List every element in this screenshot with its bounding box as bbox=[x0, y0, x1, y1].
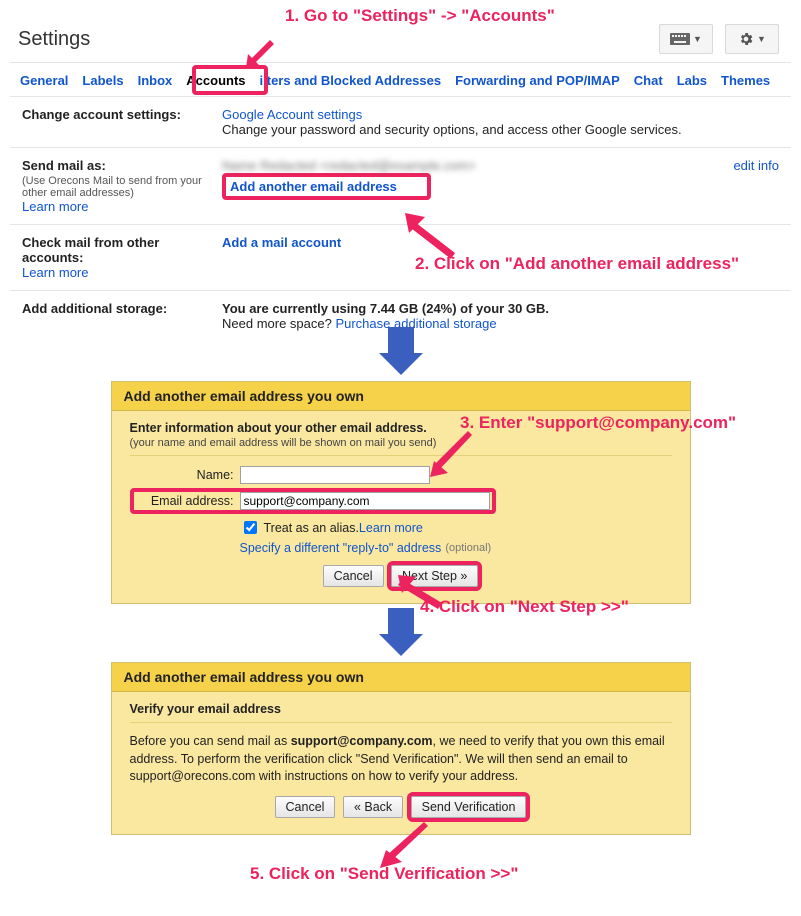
keyboard-icon-button[interactable]: ▼ bbox=[659, 24, 713, 54]
flow-arrow-2 bbox=[379, 634, 423, 656]
text-email: support@company.com bbox=[291, 734, 433, 748]
dialog1-sub: (your name and email address will be sho… bbox=[130, 437, 437, 449]
add-another-email-link[interactable]: Add another email address bbox=[230, 179, 397, 194]
label-text: Send mail as: bbox=[22, 158, 106, 173]
alias-text: Treat as an alias. bbox=[264, 521, 359, 535]
tab-accounts[interactable]: Accounts bbox=[186, 73, 245, 88]
content-storage: You are currently using 7.44 GB (24%) of… bbox=[222, 301, 779, 331]
highlight-email-row: Email address: bbox=[130, 488, 496, 514]
identity-blurred: Name Redacted <redacted@example.com> bbox=[222, 158, 476, 173]
input-name[interactable] bbox=[240, 466, 430, 484]
checkbox-alias[interactable] bbox=[244, 521, 257, 534]
alias-learn-more-link[interactable]: Learn more bbox=[359, 521, 423, 535]
dialog1-body: Enter information about your other email… bbox=[112, 411, 690, 603]
dialog2-heading: Verify your email address bbox=[130, 702, 281, 716]
settings-tabs: General Labels Inbox Accounts ilters and… bbox=[10, 63, 791, 97]
tab-filters[interactable]: ilters and Blocked Addresses bbox=[260, 73, 442, 88]
storage-prefix: You are currently using bbox=[222, 301, 370, 316]
row-reply-to: Specify a different "reply-to" address (… bbox=[240, 541, 672, 555]
tab-labels[interactable]: Labels bbox=[82, 73, 123, 88]
row-alias: Treat as an alias. Learn more bbox=[240, 518, 672, 537]
flow-arrow-1 bbox=[379, 353, 423, 375]
label-email: Email address: bbox=[136, 494, 240, 508]
tab-inbox[interactable]: Inbox bbox=[138, 73, 173, 88]
reply-to-link[interactable]: Specify a different "reply-to" address bbox=[240, 541, 442, 555]
header-buttons: ▼ ▼ bbox=[659, 24, 779, 54]
add-mail-account-link[interactable]: Add a mail account bbox=[222, 235, 341, 250]
storage-total: 30 GB bbox=[508, 301, 546, 316]
dialog2-title: Add another email address you own bbox=[112, 663, 690, 692]
cancel-button[interactable]: Cancel bbox=[323, 565, 384, 587]
back-button[interactable]: « Back bbox=[343, 796, 403, 818]
tab-labs[interactable]: Labs bbox=[677, 73, 707, 88]
dialog1-separator bbox=[130, 455, 672, 456]
tab-themes[interactable]: Themes bbox=[721, 73, 770, 88]
content-send-mail-as: Name Redacted <redacted@example.com> Add… bbox=[222, 158, 709, 214]
highlight-add-another-email: Add another email address bbox=[222, 173, 431, 200]
content-check-mail: Add a mail account bbox=[222, 235, 779, 280]
dialog1-heading: Enter information about your other email… bbox=[130, 421, 427, 435]
section-change-account: Change account settings: Google Account … bbox=[10, 97, 791, 148]
dialog2-text: Before you can send mail as support@comp… bbox=[130, 733, 672, 786]
storage-more: Need more space? bbox=[222, 316, 335, 331]
text-a: Before you can send mail as bbox=[130, 734, 291, 748]
tab-forwarding[interactable]: Forwarding and POP/IMAP bbox=[455, 73, 620, 88]
storage-of: of your bbox=[457, 301, 508, 316]
reply-to-optional: (optional) bbox=[445, 542, 491, 554]
send-as-right: edit info bbox=[709, 158, 779, 214]
dialog2-body: Verify your email address Before you can… bbox=[112, 692, 690, 834]
tab-chat[interactable]: Chat bbox=[634, 73, 663, 88]
edit-info-link[interactable]: edit info bbox=[733, 158, 779, 173]
input-email[interactable] bbox=[240, 492, 490, 510]
dialog2-buttons: Cancel « Back Send Verification bbox=[130, 796, 672, 818]
google-account-settings-link[interactable]: Google Account settings bbox=[222, 107, 362, 122]
page-title: Settings bbox=[18, 28, 90, 51]
dialog1-buttons: Cancel Next Step » bbox=[130, 565, 672, 587]
storage-suffix: . bbox=[545, 301, 549, 316]
section-send-mail-as: Send mail as: (Use Orecons Mail to send … bbox=[10, 148, 791, 225]
next-step-button[interactable]: Next Step » bbox=[391, 565, 478, 587]
label-text: Check mail from other accounts: bbox=[22, 235, 159, 265]
dialog2-separator bbox=[130, 722, 672, 723]
settings-header: Settings ▼ ▼ bbox=[10, 20, 791, 63]
dialog1-title: Add another email address you own bbox=[112, 382, 690, 411]
dialog-add-email-step2: Add another email address you own Verify… bbox=[111, 662, 691, 835]
tab-general[interactable]: General bbox=[20, 73, 68, 88]
gear-icon-button[interactable]: ▼ bbox=[725, 24, 779, 54]
purchase-storage-link[interactable]: Purchase additional storage bbox=[335, 316, 496, 331]
label-name: Name: bbox=[130, 468, 240, 482]
check-mail-learn-more-link[interactable]: Learn more bbox=[22, 265, 88, 280]
label-check-mail: Check mail from other accounts: Learn mo… bbox=[22, 235, 222, 280]
cancel-button[interactable]: Cancel bbox=[275, 796, 336, 818]
annotation-step-5: 5. Click on "Send Verification >>" bbox=[250, 864, 518, 884]
label-storage: Add additional storage: bbox=[22, 301, 222, 331]
gmail-settings-panel: 1. Go to "Settings" -> "Accounts" Settin… bbox=[10, 20, 791, 341]
row-email: Email address: bbox=[130, 488, 672, 514]
send-verification-button[interactable]: Send Verification bbox=[411, 796, 527, 818]
dialog-add-email-step1: Add another email address you own Enter … bbox=[111, 381, 691, 604]
content-change-account: Google Account settings Change your pass… bbox=[222, 107, 779, 137]
label-sub: (Use Orecons Mail to send from your othe… bbox=[22, 175, 222, 199]
label-send-mail-as: Send mail as: (Use Orecons Mail to send … bbox=[22, 158, 222, 214]
send-as-learn-more-link[interactable]: Learn more bbox=[22, 199, 88, 214]
section-check-mail: Check mail from other accounts: Learn mo… bbox=[10, 225, 791, 291]
label-change-account: Change account settings: bbox=[22, 107, 222, 137]
change-account-desc: Change your password and security option… bbox=[222, 122, 682, 137]
row-name: Name: bbox=[130, 466, 672, 484]
storage-used: 7.44 GB (24%) bbox=[370, 301, 457, 316]
